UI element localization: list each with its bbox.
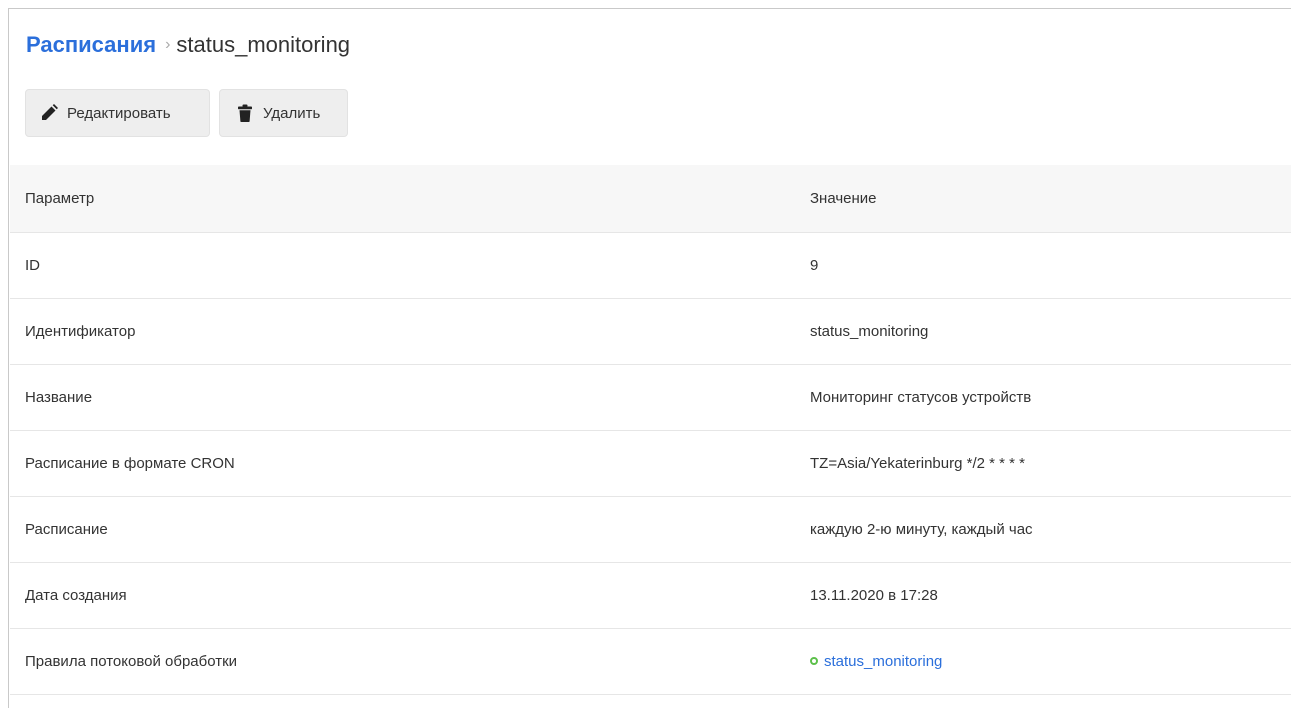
column-header-value: Значение: [810, 165, 1291, 233]
value-cell: TZ=Asia/Yekaterinburg */2 * * * *: [810, 430, 1291, 497]
column-header-param: Параметр: [10, 165, 810, 233]
value-cell: 9: [810, 232, 1291, 299]
status-dot-icon: [810, 657, 818, 666]
value-cell: status_monitoring: [810, 628, 1291, 695]
toolbar: Редактировать Удалить: [25, 89, 348, 137]
table-row: Название Мониторинг статусов устройств: [10, 364, 1291, 431]
breadcrumb-link-schedules[interactable]: Расписания: [26, 32, 156, 58]
breadcrumb: Расписания › status_monitoring: [26, 31, 350, 59]
table-row: Правила потоковой обработки status_monit…: [10, 628, 1291, 695]
table-row: Идентификатор status_monitoring: [10, 298, 1291, 365]
stream-rule-link[interactable]: status_monitoring: [810, 653, 942, 670]
param-cell: Расписание в формате CRON: [10, 430, 810, 497]
param-cell: Правила потоковой обработки: [10, 628, 810, 695]
value-cell: каждую 2-ю минуту, каждый час: [810, 496, 1291, 563]
value-cell: 13.11.2020 в 17:28: [810, 562, 1291, 629]
table-row: ID 9: [10, 232, 1291, 299]
value-cell: status_monitoring: [810, 298, 1291, 365]
value-cell: Мониторинг статусов устройств: [810, 364, 1291, 431]
pencil-icon: [40, 104, 58, 122]
param-cell: ID: [10, 232, 810, 299]
breadcrumb-separator: ›: [165, 36, 171, 53]
param-cell: Идентификатор: [10, 298, 810, 365]
param-cell: Дата создания: [10, 562, 810, 629]
table-row: Дата создания 13.11.2020 в 17:28: [10, 562, 1291, 629]
param-cell: Расписание: [10, 496, 810, 563]
table-row: Расписание каждую 2-ю минуту, каждый час: [10, 496, 1291, 563]
table-header-row: Параметр Значение: [10, 165, 1291, 233]
table-row: Расписание в формате CRON TZ=Asia/Yekate…: [10, 430, 1291, 497]
edit-button[interactable]: Редактировать: [25, 89, 210, 137]
trash-icon: [236, 104, 254, 122]
content-panel: Расписания › status_monitoring Редактиро…: [8, 8, 1291, 708]
stream-rule-label: status_monitoring: [824, 652, 943, 670]
delete-button[interactable]: Удалить: [219, 89, 348, 137]
breadcrumb-current: status_monitoring: [176, 32, 351, 57]
parameters-table: Параметр Значение ID 9 Идентификатор sta…: [10, 165, 1291, 695]
edit-button-label: Редактировать: [67, 104, 171, 122]
param-cell: Название: [10, 364, 810, 431]
delete-button-label: Удалить: [263, 104, 321, 122]
